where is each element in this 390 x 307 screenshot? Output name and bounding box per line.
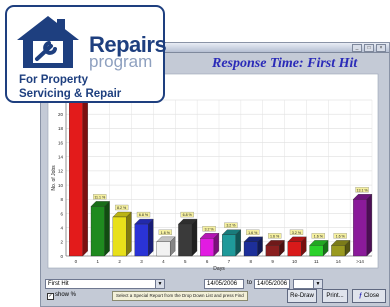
data-label: 3.2 % xyxy=(226,224,236,228)
bar xyxy=(265,245,280,257)
bar xyxy=(353,199,367,257)
data-label: 1.6 % xyxy=(314,234,324,238)
data-label: 6.8 % xyxy=(183,213,193,217)
bar xyxy=(200,238,214,257)
report-select-value: First Hit xyxy=(48,281,69,287)
y-tick-label: 14 xyxy=(58,155,64,160)
date-from-field[interactable]: 14/05/2006 xyxy=(204,279,244,289)
bar xyxy=(156,241,171,257)
report-select[interactable]: First Hit ▼ xyxy=(45,279,165,289)
bar xyxy=(243,241,258,257)
close-button-label: Close xyxy=(363,293,380,299)
data-label: 11.1 % xyxy=(94,195,106,199)
bar-side xyxy=(126,211,132,257)
data-label: 8.2 % xyxy=(117,206,127,210)
bar xyxy=(331,245,346,257)
y-tick-label: 18 xyxy=(58,126,64,131)
x-tick-label: 11 xyxy=(314,259,319,264)
chevron-down-icon[interactable]: ▼ xyxy=(313,280,322,288)
date-from-value: 14/05/2006 xyxy=(207,281,238,287)
logo-tagline: For Property Servicing & Repair xyxy=(19,73,121,101)
data-label: 3.2 % xyxy=(292,231,302,235)
bar-side xyxy=(366,193,372,257)
x-tick-label: 14 xyxy=(336,259,342,264)
data-label: 1.6 % xyxy=(336,234,346,238)
bar-side xyxy=(104,201,110,257)
logo-tagline-line1: For Property xyxy=(19,74,89,86)
date-to-label: to xyxy=(247,280,253,286)
y-axis-label: No. of Jobs xyxy=(51,165,57,191)
extra-select[interactable]: ▼ xyxy=(293,279,323,289)
y-tick-label: 20 xyxy=(58,112,64,117)
date-to-value: 14/05/2006 xyxy=(257,281,288,287)
house-wrench-icon xyxy=(17,16,79,68)
data-label: 6.8 % xyxy=(139,213,149,217)
logo-word-program: program xyxy=(89,52,153,71)
x-tick-label: 10 xyxy=(292,259,298,264)
bar-side xyxy=(82,94,88,257)
hint-text: Select a Special Report from the Drop Do… xyxy=(112,291,248,301)
bar xyxy=(178,223,193,257)
repairs-program-logo: Repairs program For Property Servicing &… xyxy=(5,5,167,103)
chart-title: Response Time: First Hit xyxy=(212,56,358,71)
close-button[interactable]: ƒ Close xyxy=(352,289,386,303)
data-label: 1.6 % xyxy=(248,231,258,235)
bar xyxy=(222,234,236,257)
show-percent-checkbox[interactable]: ✓ xyxy=(47,293,54,300)
data-label: 1.6 % xyxy=(161,231,171,235)
redraw-button[interactable]: Re-Draw xyxy=(287,289,317,303)
bar xyxy=(90,206,105,257)
y-tick-label: 12 xyxy=(58,169,64,174)
data-label: 1.6 % xyxy=(270,234,280,238)
data-label: 3.2 % xyxy=(204,227,214,231)
bar xyxy=(134,223,149,257)
logo-tagline-line2: Servicing & Repair xyxy=(19,88,122,100)
close-icon: ƒ xyxy=(358,293,363,299)
show-percent-label: show % xyxy=(55,292,77,298)
bar xyxy=(69,99,83,257)
y-tick-label: 10 xyxy=(58,183,64,188)
bottom-toolbar: First Hit ▼ 14/05/2006 to 14/05/2006 ▼ ✓… xyxy=(40,270,390,307)
print-button[interactable]: Print... xyxy=(322,289,348,303)
bar xyxy=(309,245,324,257)
bar xyxy=(112,216,127,257)
x-tick-label: >14 xyxy=(356,259,364,264)
chevron-down-icon[interactable]: ▼ xyxy=(155,280,164,288)
y-tick-label: 16 xyxy=(58,140,64,145)
data-label: 13.1 % xyxy=(356,188,368,192)
date-to-field[interactable]: 14/05/2006 xyxy=(254,279,290,289)
bar-side xyxy=(191,218,198,257)
bar-side xyxy=(148,218,154,257)
bar xyxy=(287,241,302,257)
